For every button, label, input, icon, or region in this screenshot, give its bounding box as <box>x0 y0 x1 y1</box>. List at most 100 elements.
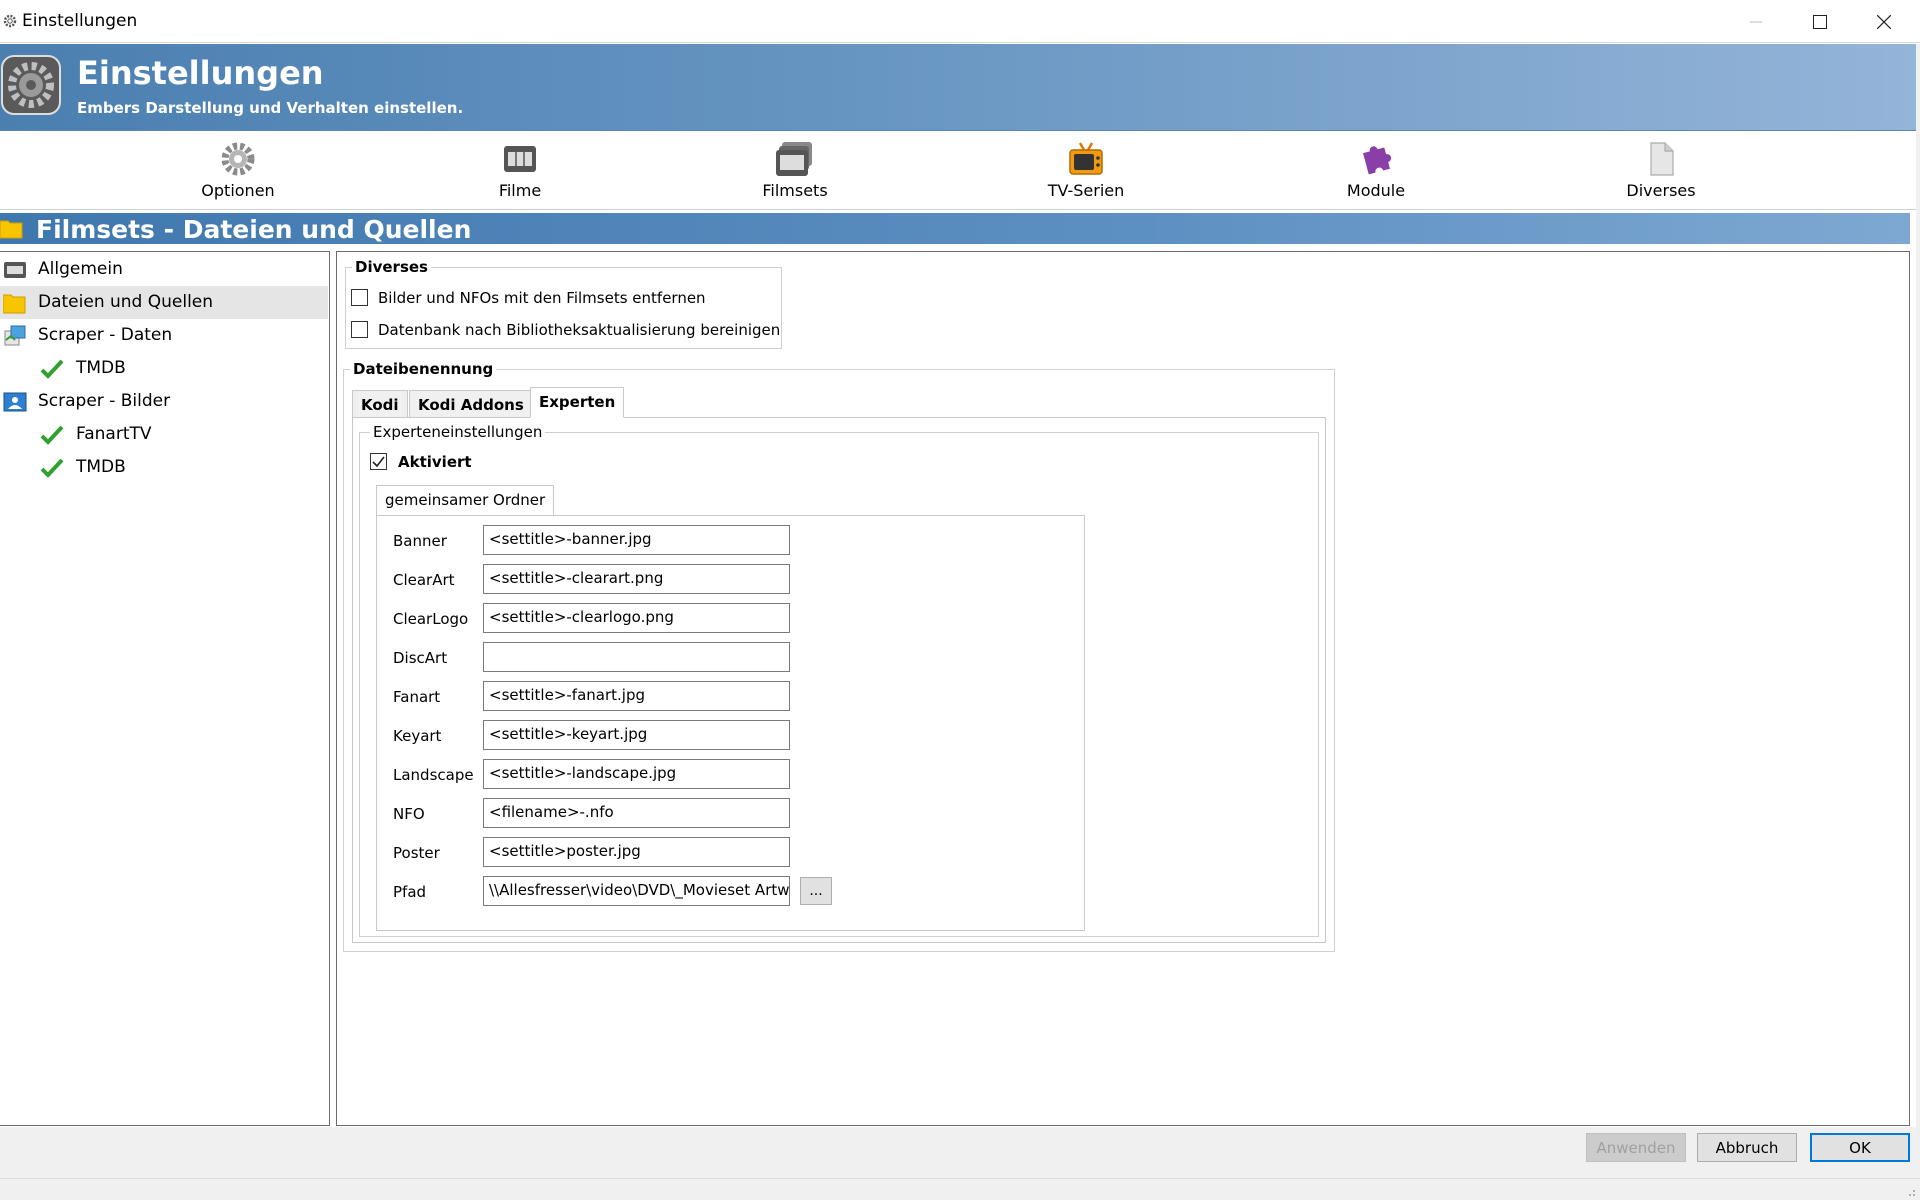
tree-item-fanarttv[interactable]: FanartTV <box>0 418 328 451</box>
toolbar-filme[interactable]: Filme <box>470 132 570 210</box>
tree-item-label: TMDB <box>76 358 126 378</box>
scraper-data-icon <box>4 325 26 346</box>
fanart-label: Fanart <box>393 688 441 706</box>
maximize-icon <box>1813 14 1827 29</box>
checkmark-icon <box>40 425 64 445</box>
settings-gear-icon <box>1 55 61 115</box>
header-subtitle: Embers Darstellung und Verhalten einstel… <box>77 99 464 117</box>
gear-icon <box>3 14 17 28</box>
discart-label: DiscArt <box>393 649 448 667</box>
document-icon <box>1650 142 1674 176</box>
tab-label: Kodi Addons <box>418 396 524 414</box>
tab-kodi-addons[interactable]: Kodi Addons <box>409 390 533 418</box>
keyart-input[interactable]: <settitle>-keyart.jpg <box>483 720 790 750</box>
minimize-icon <box>1750 21 1762 22</box>
pfad-label: Pfad <box>393 883 427 901</box>
tree-item-scraper-bilder[interactable]: Scraper - Bilder <box>0 385 328 418</box>
nfo-input[interactable]: <filename>-.nfo <box>483 798 790 828</box>
toolbar-diverses[interactable]: Diverses <box>1611 132 1711 210</box>
clean-database-checkbox[interactable] <box>351 321 368 338</box>
section-title-bar: Filmsets - Dateien und Quellen <box>0 213 1910 244</box>
banner-input[interactable]: <settitle>-banner.jpg <box>483 525 790 555</box>
poster-input[interactable]: <settitle>poster.jpg <box>483 837 790 867</box>
folder-icon <box>0 220 23 239</box>
tab-experten[interactable]: Experten <box>530 387 625 418</box>
tree-item-allgemein[interactable]: Allgemein <box>0 253 328 286</box>
close-icon <box>1877 14 1891 29</box>
film-icon <box>4 262 26 278</box>
pfad-input[interactable]: \\Allesfresser\video\DVD\_Movieset Artwo <box>483 876 790 906</box>
tree-item-label: Scraper - Daten <box>38 325 173 345</box>
tree-item-scraper-daten[interactable]: Scraper - Daten <box>0 319 328 352</box>
tree-item-tmdb-bilder[interactable]: TMDB <box>0 451 328 484</box>
toolbar-label: TV-Serien <box>1047 181 1125 200</box>
minimize-button[interactable] <box>1724 0 1788 43</box>
settings-tree: Allgemein Dateien und Quellen Scraper - … <box>0 251 330 1126</box>
window-title: Einstellungen <box>22 11 138 31</box>
toolbar-module[interactable]: Module <box>1326 132 1426 210</box>
toolbar-label: Diverses <box>1626 181 1696 200</box>
tree-item-label: Dateien und Quellen <box>38 292 214 312</box>
tab-kodi[interactable]: Kodi <box>352 390 408 418</box>
toolbar-filmsets[interactable]: Filmsets <box>745 132 845 210</box>
cancel-button[interactable]: Abbruch <box>1697 1133 1797 1162</box>
fanart-input[interactable]: <settitle>-fanart.jpg <box>483 681 790 711</box>
browse-path-button[interactable]: ... <box>800 877 832 905</box>
ok-button[interactable]: OK <box>1810 1133 1910 1162</box>
tree-item-label: FanartTV <box>76 424 152 444</box>
keyart-label: Keyart <box>393 727 442 745</box>
aktiviert-checkbox[interactable] <box>370 453 387 470</box>
gemeinsamer-ordner-page: Banner <settitle>-banner.jpg ClearArt <s… <box>376 515 1085 931</box>
gear-icon <box>221 142 255 176</box>
tree-item-label: TMDB <box>76 457 126 477</box>
toolbar-label: Filme <box>498 181 542 200</box>
experteneinstellungen-group: Experteneinstellungen Aktiviert gemeinsa… <box>359 423 1319 937</box>
window-edge <box>1916 44 1920 1178</box>
maximize-button[interactable] <box>1788 0 1852 43</box>
clearart-input[interactable]: <settitle>-clearart.png <box>483 564 790 594</box>
checkbox-label: Bilder und NFOs mit den Filmsets entfern… <box>378 289 706 307</box>
tab-label: Kodi <box>361 396 399 414</box>
toolbar-label: Module <box>1346 181 1406 200</box>
dateibenennung-group: Dateibenennung Kodi Kodi Addons Experten… <box>343 360 1335 952</box>
settings-header: Einstellungen Embers Darstellung und Ver… <box>0 44 1916 131</box>
film-icon <box>504 146 536 172</box>
header-title: Einstellungen <box>77 54 324 92</box>
category-toolbar: Optionen Filme Filmsets TV-Serien Module… <box>0 132 1916 210</box>
toolbar-tv-serien[interactable]: TV-Serien <box>1036 132 1136 210</box>
diverses-group: Diverses Bilder und NFOs mit den Filmset… <box>345 258 782 349</box>
landscape-label: Landscape <box>393 766 474 784</box>
tree-item-label: Scraper - Bilder <box>38 391 171 411</box>
discart-input[interactable] <box>483 642 790 672</box>
window-title-bar: Einstellungen <box>0 0 1920 43</box>
tree-item-label: Allgemein <box>38 259 123 279</box>
checkbox-label: Datenbank nach Bibliotheksaktualisierung… <box>378 321 781 339</box>
settings-content-panel: Diverses Bilder und NFOs mit den Filmset… <box>336 251 1910 1126</box>
checkmark-icon <box>40 359 64 379</box>
folder-icon <box>3 294 26 314</box>
apply-button[interactable]: Anwenden <box>1586 1133 1686 1162</box>
checkmark-icon <box>372 456 385 468</box>
status-bar <box>0 1178 1920 1200</box>
scraper-images-icon <box>3 392 27 412</box>
puzzle-icon <box>1363 146 1392 175</box>
landscape-input[interactable]: <settitle>-landscape.jpg <box>483 759 790 789</box>
tree-item-tmdb-daten[interactable]: TMDB <box>0 352 328 385</box>
tv-icon <box>1069 142 1103 175</box>
group-title: Dateibenennung <box>350 360 497 378</box>
group-title: Diverses <box>352 258 431 276</box>
banner-label: Banner <box>393 532 447 550</box>
resize-grip-icon[interactable] <box>1904 1185 1916 1197</box>
toolbar-label: Optionen <box>201 181 275 200</box>
clearlogo-input[interactable]: <settitle>-clearlogo.png <box>483 603 790 633</box>
group-title: Experteneinstellungen <box>370 423 546 441</box>
tab-label: Experten <box>539 393 616 411</box>
tab-gemeinsamer-ordner[interactable]: gemeinsamer Ordner <box>376 485 555 516</box>
tab-label: gemeinsamer Ordner <box>385 491 546 509</box>
toolbar-optionen[interactable]: Optionen <box>188 132 288 210</box>
aktiviert-label: Aktiviert <box>398 453 472 471</box>
remove-images-checkbox[interactable] <box>351 289 368 306</box>
clearlogo-label: ClearLogo <box>393 610 469 628</box>
tree-item-dateien-und-quellen[interactable]: Dateien und Quellen <box>0 286 328 319</box>
close-button[interactable] <box>1852 0 1916 43</box>
